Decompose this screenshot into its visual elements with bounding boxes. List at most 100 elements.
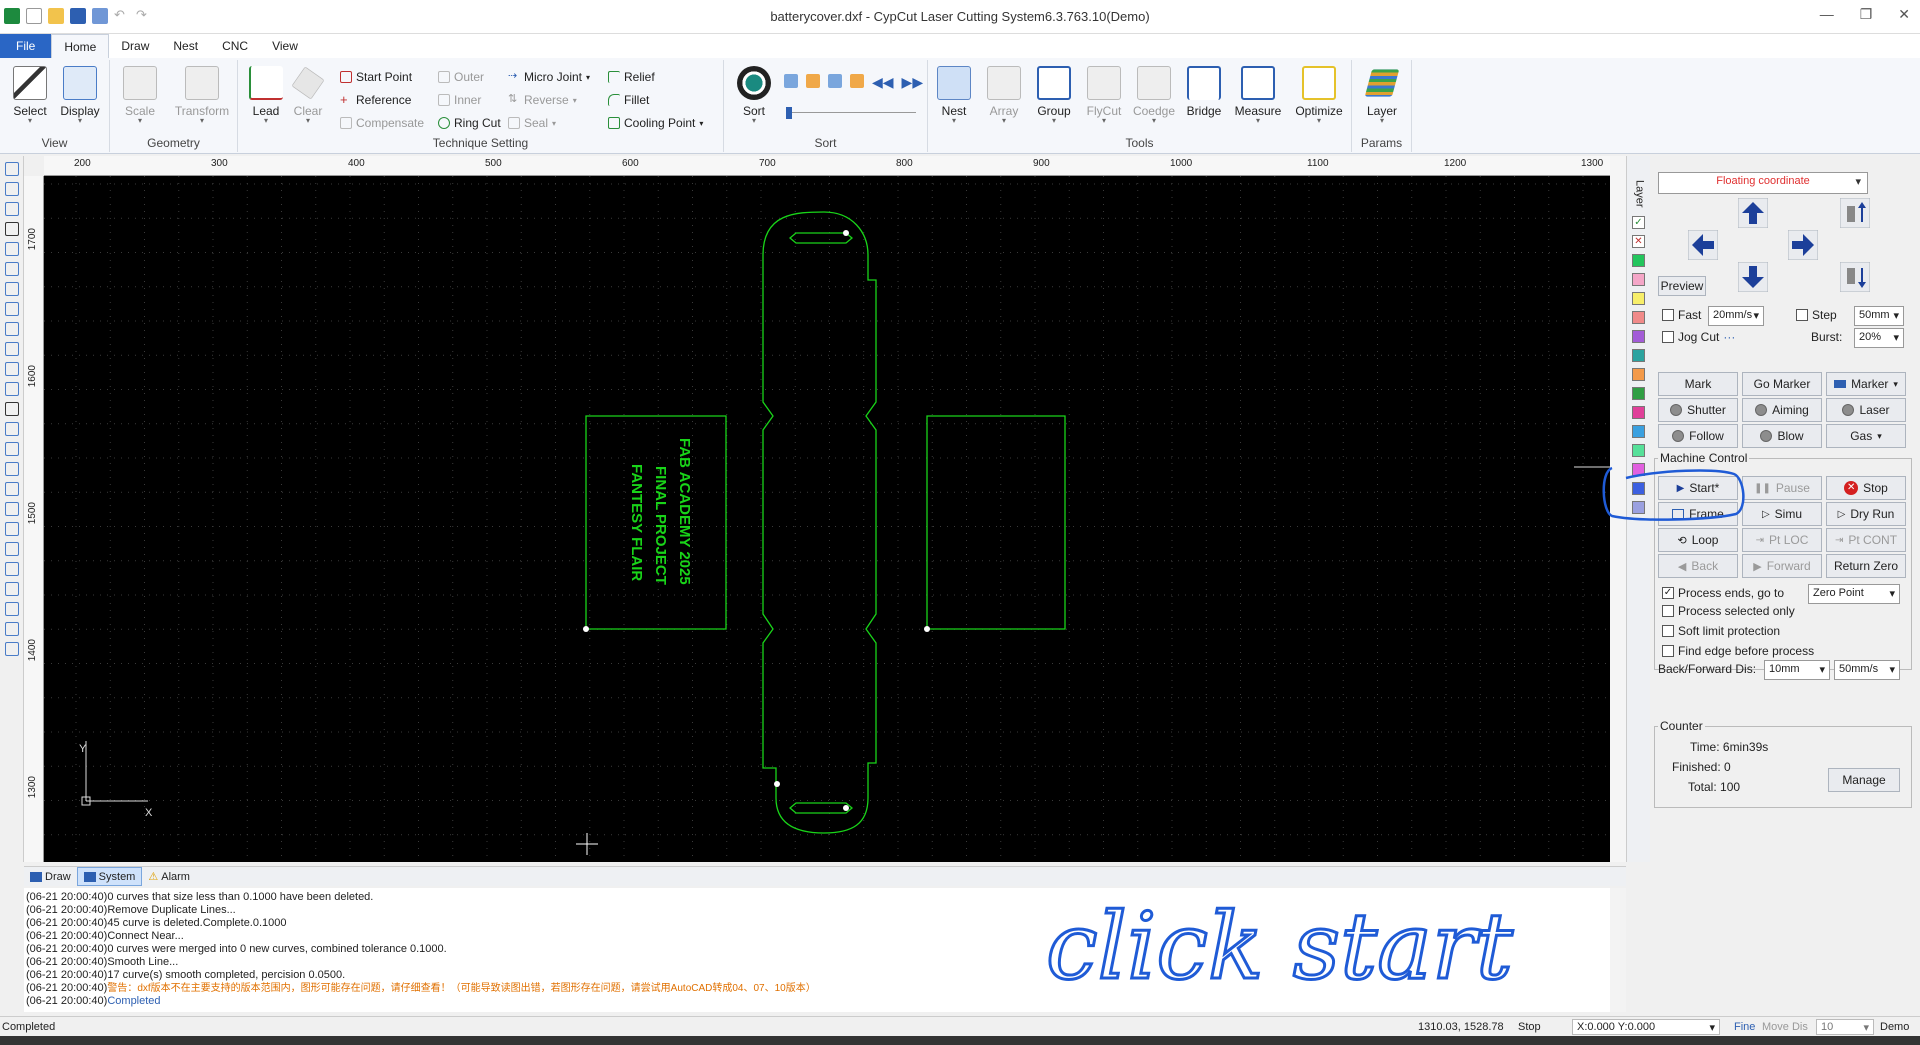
close-icon[interactable]: ✕ [1898, 6, 1910, 23]
minimize-icon[interactable]: — [1820, 6, 1834, 23]
back-forward-speed-select[interactable]: 50mm/s ▾ [1834, 660, 1900, 680]
draw-tool-icon[interactable] [4, 582, 19, 596]
log-tab-draw[interactable]: Draw [24, 867, 77, 886]
draw-tool-icon[interactable] [4, 202, 19, 216]
tab-home[interactable]: Home [51, 34, 110, 58]
soft-limit-checkbox[interactable]: Soft limit protection [1662, 624, 1780, 638]
reference-button[interactable]: + Reference [340, 93, 411, 107]
fast-speed-select[interactable]: 20mm/s ▾ [1708, 306, 1764, 326]
slot-bottom[interactable] [788, 802, 854, 814]
layer-color-swatch[interactable] [1632, 272, 1645, 286]
loop-button[interactable]: ⟲ Loop [1658, 528, 1738, 552]
sort-grid-icon[interactable] [850, 74, 864, 88]
stop-button[interactable]: ✕ Stop [1826, 476, 1906, 500]
select-button[interactable]: Select ▾ [6, 66, 54, 125]
flycut-button[interactable]: FlyCut ▾ [1080, 66, 1128, 125]
tab-file[interactable]: File [0, 34, 52, 58]
tab-cnc[interactable]: CNC [210, 34, 260, 58]
draw-tool-icon[interactable] [4, 402, 19, 416]
log-tab-alarm[interactable]: ⚠ Alarm [142, 867, 196, 886]
draw-tool-icon[interactable] [4, 562, 19, 576]
layer-color-swatch[interactable] [1632, 443, 1645, 457]
draw-tool-icon[interactable] [4, 262, 19, 276]
dry-run-button[interactable]: ▷ Dry Run [1826, 502, 1906, 526]
mark-button[interactable]: Mark [1658, 372, 1738, 396]
shutter-button[interactable]: Shutter [1658, 398, 1738, 422]
draw-tool-icon[interactable] [4, 462, 19, 476]
layer-button[interactable]: Layer ▾ [1358, 66, 1406, 125]
jog-down-icon[interactable] [1738, 262, 1768, 292]
draw-tool-icon[interactable] [4, 542, 19, 556]
reverse-button[interactable]: ⇅ Reverse ▾ [508, 93, 577, 107]
draw-tool-icon[interactable] [4, 382, 19, 396]
sort-grid-icon[interactable] [806, 74, 820, 88]
micro-joint-button[interactable]: ⇢ Micro Joint ▾ [508, 70, 590, 84]
draw-tool-icon[interactable] [4, 182, 19, 196]
status-move-dis-select[interactable]: 10 ▾ [1816, 1019, 1874, 1035]
laser-button[interactable]: Laser [1826, 398, 1906, 422]
canvas-vertical-scrollbar[interactable] [1610, 156, 1626, 862]
sort-grid-icon[interactable] [784, 74, 798, 88]
draw-tool-icon[interactable] [4, 642, 19, 656]
status-xy-select[interactable]: X:0.000 Y:0.000 ▾ [1572, 1019, 1720, 1035]
layer-color-swatch[interactable] [1632, 291, 1645, 305]
pt-loc-button[interactable]: ⇥ Pt LOC [1742, 528, 1822, 552]
checkbox-box[interactable] [1662, 309, 1674, 321]
z-up-icon[interactable] [1840, 198, 1870, 228]
jog-right-icon[interactable] [1788, 230, 1818, 260]
z-down-icon[interactable] [1840, 262, 1870, 292]
draw-tool-icon[interactable] [4, 322, 19, 336]
draw-tool-icon[interactable] [4, 602, 19, 616]
display-button[interactable]: Display ▾ [56, 66, 104, 125]
draw-tool-icon[interactable] [4, 242, 19, 256]
gas-dropdown-button[interactable]: Gas ▾ [1826, 424, 1906, 448]
part-right-rectangle[interactable] [926, 415, 1066, 630]
preview-button[interactable]: Preview [1658, 276, 1706, 296]
draw-tool-icon[interactable] [4, 282, 19, 296]
fast-forward-icon[interactable]: ▶▶ [902, 74, 924, 91]
jog-cut-checkbox[interactable]: Jog Cut ··· [1662, 330, 1735, 344]
back-button[interactable]: ◀ Back [1658, 554, 1738, 578]
layer-color-swatch[interactable] [1632, 481, 1645, 495]
find-edge-checkbox[interactable]: Find edge before process [1662, 644, 1814, 658]
checkbox-box[interactable] [1662, 605, 1674, 617]
checkbox-box[interactable] [1662, 331, 1674, 343]
sort-button[interactable]: Sort ▾ [730, 66, 778, 125]
pt-cont-button[interactable]: ⇥ Pt CONT [1826, 528, 1906, 552]
frame-button[interactable]: Frame [1658, 502, 1738, 526]
follow-button[interactable]: Follow [1658, 424, 1738, 448]
tab-draw[interactable]: Draw [109, 34, 161, 58]
draw-tool-icon[interactable] [4, 302, 19, 316]
go-marker-button[interactable]: Go Marker [1742, 372, 1822, 396]
ring-cut-button[interactable]: Ring Cut [438, 116, 501, 130]
layer-color-swatch[interactable]: ✕ [1632, 234, 1645, 248]
process-ends-checkbox[interactable]: ✓ Process ends, go to [1662, 586, 1784, 600]
optimize-button[interactable]: Optimize ▾ [1292, 66, 1346, 125]
checkbox-box[interactable] [1662, 645, 1674, 657]
layer-color-swatch[interactable] [1632, 253, 1645, 267]
compensate-button[interactable]: Compensate [340, 116, 424, 130]
status-fine-toggle[interactable]: Fine [1734, 1021, 1755, 1033]
aiming-button[interactable]: Aiming [1742, 398, 1822, 422]
transform-button[interactable]: Transform ▾ [172, 66, 232, 125]
return-zero-button[interactable]: Return Zero [1826, 554, 1906, 578]
manage-button[interactable]: Manage [1828, 768, 1900, 792]
log-scrollbar[interactable] [1610, 888, 1626, 1012]
rewind-icon[interactable]: ◀◀ [872, 74, 894, 91]
back-forward-distance-select[interactable]: 10mm ▾ [1764, 660, 1830, 680]
simu-button[interactable]: ▷ Simu [1742, 502, 1822, 526]
relief-button[interactable]: Relief [608, 70, 655, 84]
forward-button[interactable]: ▶ Forward [1742, 554, 1822, 578]
part-center-strip[interactable] [762, 211, 877, 834]
step-distance-select[interactable]: 50mm ▾ [1854, 306, 1904, 326]
outer-button[interactable]: Outer [438, 70, 484, 84]
clear-button[interactable]: Clear ▾ [284, 66, 332, 125]
fast-checkbox[interactable]: Fast [1662, 308, 1701, 322]
checkbox-box[interactable]: ✓ [1662, 587, 1674, 599]
layer-color-swatch[interactable] [1632, 367, 1645, 381]
slot-top[interactable] [788, 232, 854, 244]
scale-button[interactable]: Scale ▾ [116, 66, 164, 125]
jog-left-icon[interactable] [1688, 230, 1718, 260]
draw-tool-icon[interactable] [4, 162, 19, 176]
coordinate-mode-select[interactable]: Floating coordinate ▾ [1658, 172, 1868, 194]
